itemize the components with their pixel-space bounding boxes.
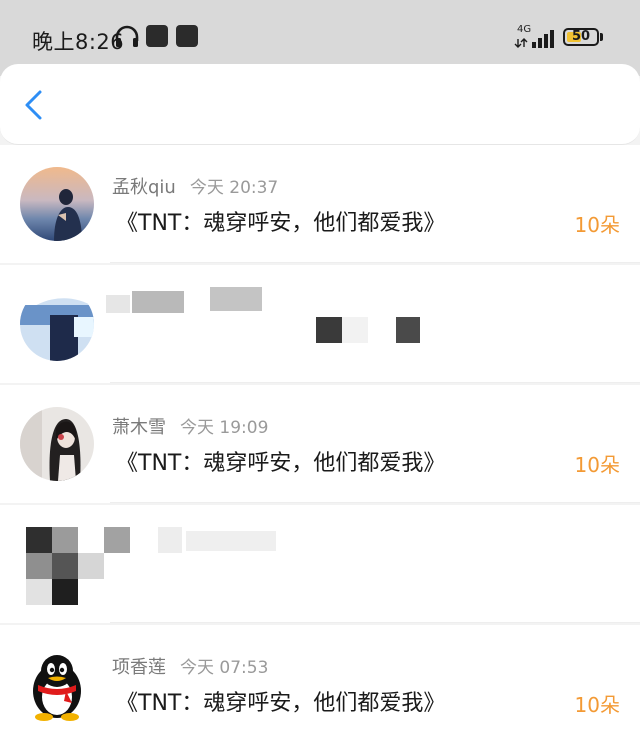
page: 晚上8:26 4G 50 孟秋qiu 今天 20:37 《TNT：魂穿呼安，他们… [0, 0, 640, 741]
list-item-redacted[interactable] [0, 265, 640, 383]
gift-count: 10朵 [574, 693, 620, 717]
redacted-block [52, 527, 78, 553]
redacted-block [158, 527, 182, 553]
qq-penguin-icon [33, 655, 81, 721]
status-time: 晚上8:26 [32, 30, 125, 54]
message-text: 《TNT：魂穿呼安，他们都爱我》 [116, 451, 446, 476]
battery-text: 50 [571, 29, 591, 44]
redacted-block [106, 295, 130, 313]
divider [110, 382, 640, 383]
sender-line: 萧木雪 今天 19:09 [112, 413, 268, 439]
list-item[interactable]: 萧木雪 今天 19:09 《TNT：魂穿呼安，他们都爱我》 10朵 [0, 385, 640, 503]
message-time: 今天 19:09 [180, 418, 269, 438]
sender-name[interactable]: 孟秋qiu [112, 177, 176, 198]
redacted-block [104, 527, 130, 553]
list-item[interactable]: 项香莲 今天 07:53 《TNT：魂穿呼安，他们都爱我》 10朵 [0, 625, 640, 741]
headset-icon [114, 25, 140, 53]
avatar[interactable] [20, 287, 94, 361]
avatar[interactable] [20, 167, 94, 241]
redacted-block [186, 531, 276, 551]
battery-icon: 50 [563, 28, 599, 46]
redacted-block [78, 553, 104, 579]
sender-line: 项香莲 今天 07:53 [112, 653, 268, 679]
chevron-left-icon [25, 90, 42, 120]
battery-tip [600, 33, 603, 41]
sender-name[interactable]: 萧木雪 [112, 417, 166, 438]
avatar[interactable] [20, 407, 94, 481]
redacted-block [26, 553, 52, 579]
redacted-block [26, 527, 52, 553]
redacted-block [342, 317, 368, 343]
notification-icon [146, 25, 168, 47]
message-text: 《TNT：魂穿呼安，他们都爱我》 [116, 691, 446, 716]
message-time: 今天 20:37 [189, 178, 279, 198]
avatar[interactable] [20, 647, 94, 721]
redacted-block [52, 553, 78, 579]
list-item-redacted[interactable] [0, 505, 640, 623]
redacted-block [210, 287, 262, 311]
gift-count: 10朵 [574, 453, 620, 477]
divider [110, 622, 640, 623]
notification-icon [176, 25, 198, 47]
redacted-block [396, 317, 420, 343]
redacted-block [316, 317, 342, 343]
message-time: 今天 07:53 [180, 658, 269, 678]
redacted-block [132, 291, 184, 313]
message-text: 《TNT：魂穿呼安，他们都爱我》 [116, 211, 446, 236]
sender-line: 孟秋qiu 今天 20:37 [112, 173, 278, 199]
redacted-block [26, 579, 52, 605]
signal-icon [514, 30, 554, 48]
divider [110, 262, 640, 263]
redacted-block [52, 579, 78, 605]
gift-count: 10朵 [574, 213, 620, 237]
list-item[interactable]: 孟秋qiu 今天 20:37 《TNT：魂穿呼安，他们都爱我》 10朵 [0, 145, 640, 263]
back-button[interactable] [18, 88, 52, 122]
nav-bar [0, 64, 640, 145]
sender-name[interactable]: 项香莲 [112, 657, 166, 678]
divider [110, 502, 640, 503]
